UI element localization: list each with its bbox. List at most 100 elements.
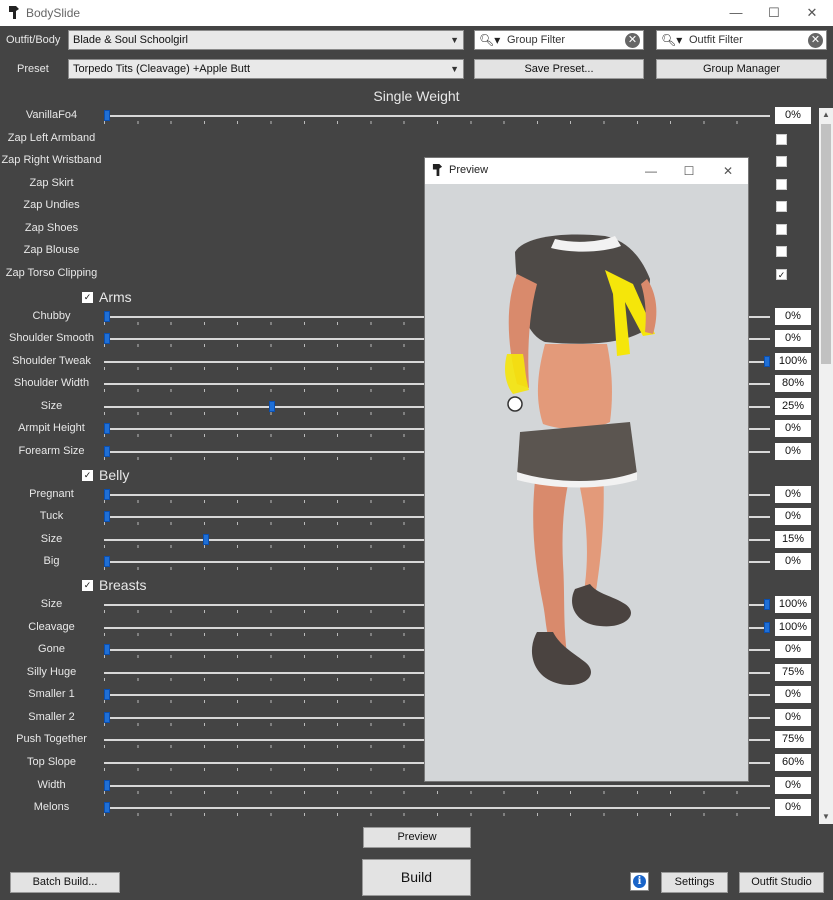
slider-thumb[interactable] bbox=[104, 644, 110, 655]
slider-ticks bbox=[104, 813, 770, 816]
zap-checkbox[interactable] bbox=[776, 134, 787, 145]
slider-value-field[interactable]: 0% bbox=[775, 443, 811, 460]
slider-label: Smaller 2 bbox=[28, 711, 75, 723]
slider-value-field[interactable]: 75% bbox=[775, 731, 811, 748]
slider-track[interactable] bbox=[104, 115, 770, 117]
slider-thumb[interactable] bbox=[104, 423, 110, 434]
zap-checkbox[interactable]: ✓ bbox=[776, 269, 787, 280]
zap-checkbox[interactable] bbox=[776, 201, 787, 212]
outfit-3d-preview[interactable] bbox=[425, 184, 748, 781]
group-filter-input[interactable]: 🔍︎▾ Group Filter ✕ bbox=[474, 30, 644, 50]
slider-value-field[interactable]: 60% bbox=[775, 754, 811, 771]
preview-title-bar: Preview — ☐ ✕ bbox=[425, 158, 748, 184]
slider-thumb[interactable] bbox=[104, 446, 110, 457]
slider-track[interactable] bbox=[104, 807, 770, 809]
slider-label: Pregnant bbox=[29, 488, 74, 500]
slider-value-field[interactable]: 0% bbox=[775, 709, 811, 726]
outfit-studio-button[interactable]: Outfit Studio bbox=[739, 872, 824, 893]
close-button[interactable]: ✕ bbox=[793, 0, 831, 26]
slider-label: Big bbox=[43, 555, 60, 567]
group-checkbox[interactable]: ✓ bbox=[82, 292, 93, 303]
build-button[interactable]: Build bbox=[362, 859, 471, 896]
group-checkbox[interactable]: ✓ bbox=[82, 470, 93, 481]
scrollbar-thumb[interactable] bbox=[821, 124, 831, 364]
chevron-down-icon: ▼ bbox=[450, 35, 459, 45]
minimize-button[interactable]: — bbox=[717, 0, 755, 26]
preview-maximize-button[interactable]: ☐ bbox=[670, 158, 708, 184]
slider-value-field[interactable]: 80% bbox=[775, 375, 811, 392]
slider-thumb[interactable] bbox=[104, 511, 110, 522]
slider-value-field[interactable]: 0% bbox=[775, 330, 811, 347]
slider-value-field[interactable]: 75% bbox=[775, 664, 811, 681]
settings-button[interactable]: Settings bbox=[661, 872, 728, 893]
slider-value-field[interactable]: 100% bbox=[775, 596, 811, 613]
zap-checkbox[interactable] bbox=[776, 156, 787, 167]
slider-label: Tuck bbox=[39, 510, 64, 522]
info-button[interactable]: i bbox=[630, 872, 649, 891]
slider-thumb[interactable] bbox=[203, 534, 209, 545]
search-icon: 🔍︎▾ bbox=[479, 33, 501, 47]
slider-thumb[interactable] bbox=[104, 689, 110, 700]
slider-track[interactable] bbox=[104, 785, 770, 787]
single-weight-heading: Single Weight bbox=[373, 88, 460, 104]
slider-label: Push Together bbox=[16, 733, 87, 745]
slider-value-field[interactable]: 15% bbox=[775, 531, 811, 548]
maximize-button[interactable]: ☐ bbox=[755, 0, 793, 26]
zap-label: Zap Blouse bbox=[23, 244, 80, 256]
slider-thumb[interactable] bbox=[764, 599, 770, 610]
group-title: Belly bbox=[99, 467, 130, 483]
top-controls: Outfit/Body Blade & Soul Schoolgirl ▼ 🔍︎… bbox=[0, 26, 833, 82]
zap-checkbox[interactable] bbox=[776, 246, 787, 257]
slider-thumb[interactable] bbox=[104, 802, 110, 813]
slider-thumb[interactable] bbox=[104, 780, 110, 791]
zap-checkbox[interactable] bbox=[776, 179, 787, 190]
zap-checkbox[interactable] bbox=[776, 224, 787, 235]
group-checkbox[interactable]: ✓ bbox=[82, 580, 93, 591]
outfit-filter-input[interactable]: 🔍︎▾ Outfit Filter ✕ bbox=[656, 30, 827, 50]
preset-value: Torpedo Tits (Cleavage) +Apple Butt bbox=[73, 63, 251, 75]
zap-label: Zap Undies bbox=[23, 199, 80, 211]
preview-button[interactable]: Preview bbox=[363, 827, 471, 848]
slider-value-field[interactable]: 0% bbox=[775, 107, 811, 124]
slider-label: Shoulder Width bbox=[13, 377, 90, 389]
vertical-scrollbar[interactable]: ▲ ▼ bbox=[819, 108, 833, 824]
slider-value-field[interactable]: 0% bbox=[775, 641, 811, 658]
slider-thumb[interactable] bbox=[764, 622, 770, 633]
preview-minimize-button[interactable]: — bbox=[632, 158, 670, 184]
slider-thumb[interactable] bbox=[104, 110, 110, 121]
slider-thumb[interactable] bbox=[104, 556, 110, 567]
slider-value-field[interactable]: 100% bbox=[775, 619, 811, 636]
slider-thumb[interactable] bbox=[764, 356, 770, 367]
clear-group-filter-icon[interactable]: ✕ bbox=[625, 33, 640, 48]
slider-value-field[interactable]: 0% bbox=[775, 553, 811, 570]
group-manager-button[interactable]: Group Manager bbox=[656, 59, 827, 79]
slider-value-field[interactable]: 0% bbox=[775, 308, 811, 325]
slider-value-field[interactable]: 100% bbox=[775, 353, 811, 370]
slider-row-vanillafo4: VanillaFo4 0% bbox=[0, 105, 820, 127]
slider-ticks bbox=[104, 791, 770, 794]
slider-value-field[interactable]: 25% bbox=[775, 398, 811, 415]
preset-dropdown[interactable]: Torpedo Tits (Cleavage) +Apple Butt ▼ bbox=[68, 59, 464, 79]
clear-outfit-filter-icon[interactable]: ✕ bbox=[808, 33, 823, 48]
preview-close-button[interactable]: ✕ bbox=[709, 158, 747, 184]
slider-thumb[interactable] bbox=[104, 333, 110, 344]
slider-label: Armpit Height bbox=[18, 422, 85, 434]
slider-value-field[interactable]: 0% bbox=[775, 420, 811, 437]
slider-label: Melons bbox=[33, 801, 70, 813]
slider-thumb[interactable] bbox=[104, 311, 110, 322]
slider-value-field[interactable]: 0% bbox=[775, 486, 811, 503]
zap-label: Zap Left Armband bbox=[7, 132, 96, 144]
save-preset-button[interactable]: Save Preset... bbox=[474, 59, 644, 79]
slider-label: Shoulder Tweak bbox=[12, 355, 91, 367]
slider-thumb[interactable] bbox=[104, 712, 110, 723]
slider-value-field[interactable]: 0% bbox=[775, 777, 811, 794]
slider-thumb[interactable] bbox=[104, 489, 110, 500]
outfit-body-dropdown[interactable]: Blade & Soul Schoolgirl ▼ bbox=[68, 30, 464, 50]
slider-value-field[interactable]: 0% bbox=[775, 686, 811, 703]
slider-value-field[interactable]: 0% bbox=[775, 508, 811, 525]
slider-label: Size bbox=[40, 533, 63, 545]
scroll-up-icon[interactable]: ▲ bbox=[819, 108, 833, 122]
batch-build-button[interactable]: Batch Build... bbox=[10, 872, 120, 893]
slider-value-field[interactable]: 0% bbox=[775, 799, 811, 816]
slider-thumb[interactable] bbox=[269, 401, 275, 412]
